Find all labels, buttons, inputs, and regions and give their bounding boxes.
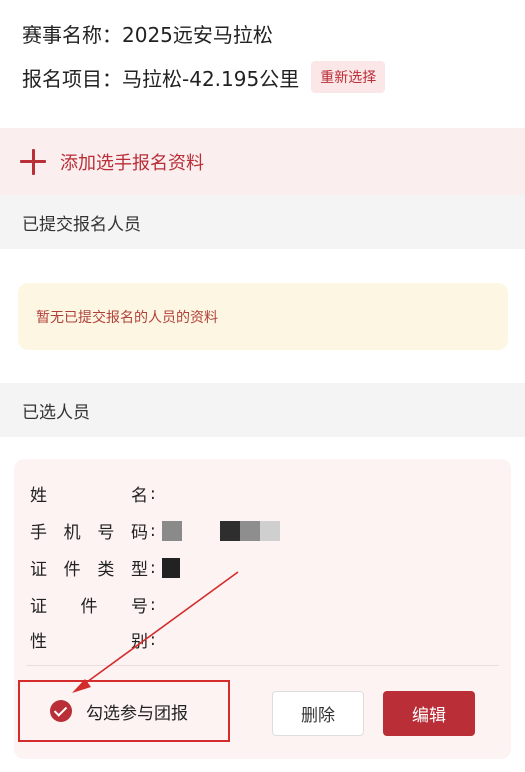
delete-button[interactable]: 删除 (272, 691, 364, 736)
person-card: 姓 名 : 手 机 号 码 : 证 件 类 型 : 证 件 号: 性 别: … (14, 459, 511, 759)
phone-redaction-mask (219, 520, 240, 541)
phone-redaction-mask (259, 520, 280, 541)
field-colon: : (150, 594, 156, 615)
id-type-redaction-mask (161, 557, 180, 578)
edit-button[interactable]: 编辑 (383, 691, 475, 736)
field-id-type-label: 证 件 类 型 (30, 560, 148, 580)
reselect-button[interactable]: 重新选择 (311, 61, 386, 93)
field-colon: : (150, 629, 156, 650)
selected-heading: 已选人员 (0, 383, 525, 437)
phone-redaction-mask (161, 520, 182, 541)
field-colon: : (150, 520, 156, 541)
submitted-heading: 已提交报名人员 (0, 195, 525, 249)
check-circle-icon (50, 700, 72, 722)
phone-redaction-mask (239, 520, 260, 541)
add-runner-label: 添加选手报名资料 (60, 152, 204, 174)
field-phone-label: 手 机 号 码 (30, 523, 148, 543)
event-item-row: 报名项目： 马拉松-42.195公里 重新选择 (22, 61, 386, 93)
field-id-type: 证 件 类 型 : (30, 555, 180, 580)
plus-icon (20, 148, 46, 175)
empty-notice: 暂无已提交报名的人员的资料 (18, 283, 508, 350)
card-divider (26, 665, 499, 666)
field-id-number: 证 件 号 : (30, 592, 156, 618)
group-registration-checkbox[interactable]: 勾选参与团报 (18, 680, 230, 742)
field-phone: 手 机 号 码 : (30, 518, 280, 543)
event-name-value: 2025远安马拉松 (122, 23, 273, 47)
event-item-label: 报名项目： (22, 66, 122, 91)
field-gender-label: 性 别 (30, 632, 148, 652)
field-colon: : (150, 483, 156, 504)
field-id-number-label: 证 件 号 (30, 597, 148, 617)
event-name-label: 赛事名称： (22, 23, 122, 47)
field-name: 姓 名 : (30, 481, 156, 507)
event-name-row: 赛事名称： 2025远安马拉松 (22, 19, 273, 48)
field-name-label: 姓 名 (30, 486, 148, 506)
field-gender: 性 别 : (30, 627, 156, 653)
event-item-value: 马拉松-42.195公里 (122, 66, 300, 91)
add-runner-button[interactable]: 添加选手报名资料 (0, 128, 525, 195)
field-colon: : (150, 557, 156, 578)
group-registration-label: 勾选参与团报 (86, 703, 188, 724)
